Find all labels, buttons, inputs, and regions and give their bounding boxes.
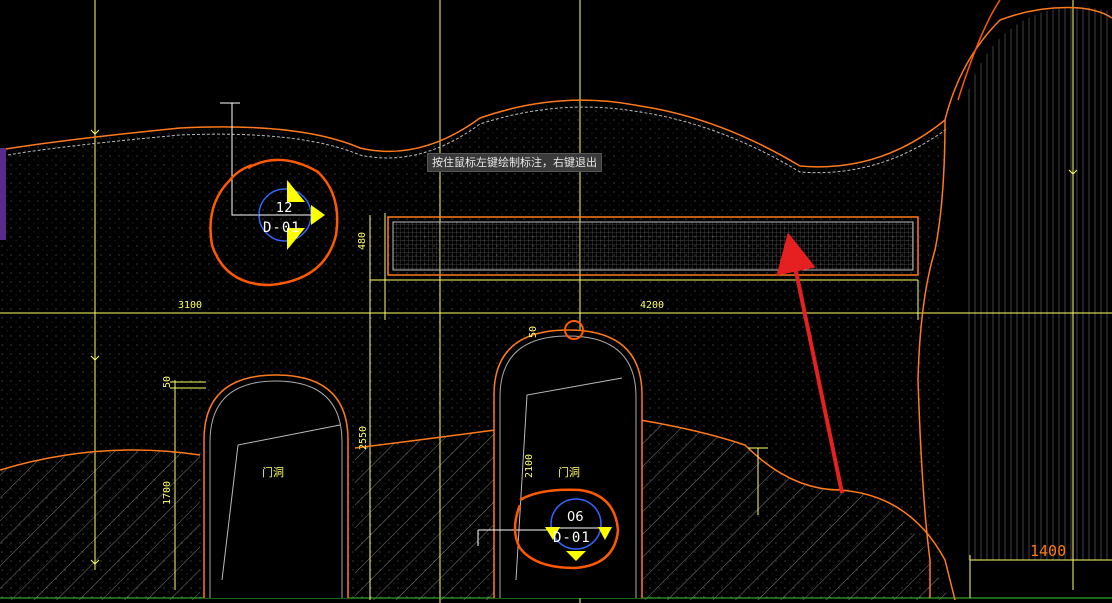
dimension-3100: 3100 — [178, 300, 202, 311]
callout-06-sheet: D-01 — [553, 530, 591, 546]
dimension-2550: 2550 — [358, 426, 369, 450]
vent-grille[interactable] — [387, 216, 919, 276]
dimension-2100: 2100 — [524, 454, 535, 478]
callout-12-number: 12 — [276, 201, 293, 216]
dimension-1400: 1400 — [1030, 542, 1066, 560]
left-edge-marker — [0, 148, 6, 240]
dimension-50-top: 50 — [528, 326, 539, 338]
right-panel-fill — [965, 7, 1112, 561]
dimension-480: 480 — [357, 232, 368, 250]
arch-door-center[interactable] — [493, 329, 643, 598]
dimension-4200: 4200 — [640, 300, 664, 311]
arch-door-left[interactable] — [203, 374, 349, 598]
door-label-left: 门洞 — [262, 465, 284, 479]
callout-06-number: 06 — [567, 510, 584, 525]
door-label-center: 门洞 — [558, 465, 580, 479]
cad-drawing-canvas[interactable]: 门洞 门洞 12 D-01 06 D-01 480 3100 4200 50 5… — [0, 0, 1112, 603]
dimension-1700: 1700 — [162, 481, 173, 505]
command-prompt-tooltip: 按住鼠标左键绘制标注，右键退出 — [427, 153, 602, 172]
dimension-50-left: 50 — [162, 376, 173, 388]
callout-12-sheet: D-01 — [263, 220, 301, 236]
